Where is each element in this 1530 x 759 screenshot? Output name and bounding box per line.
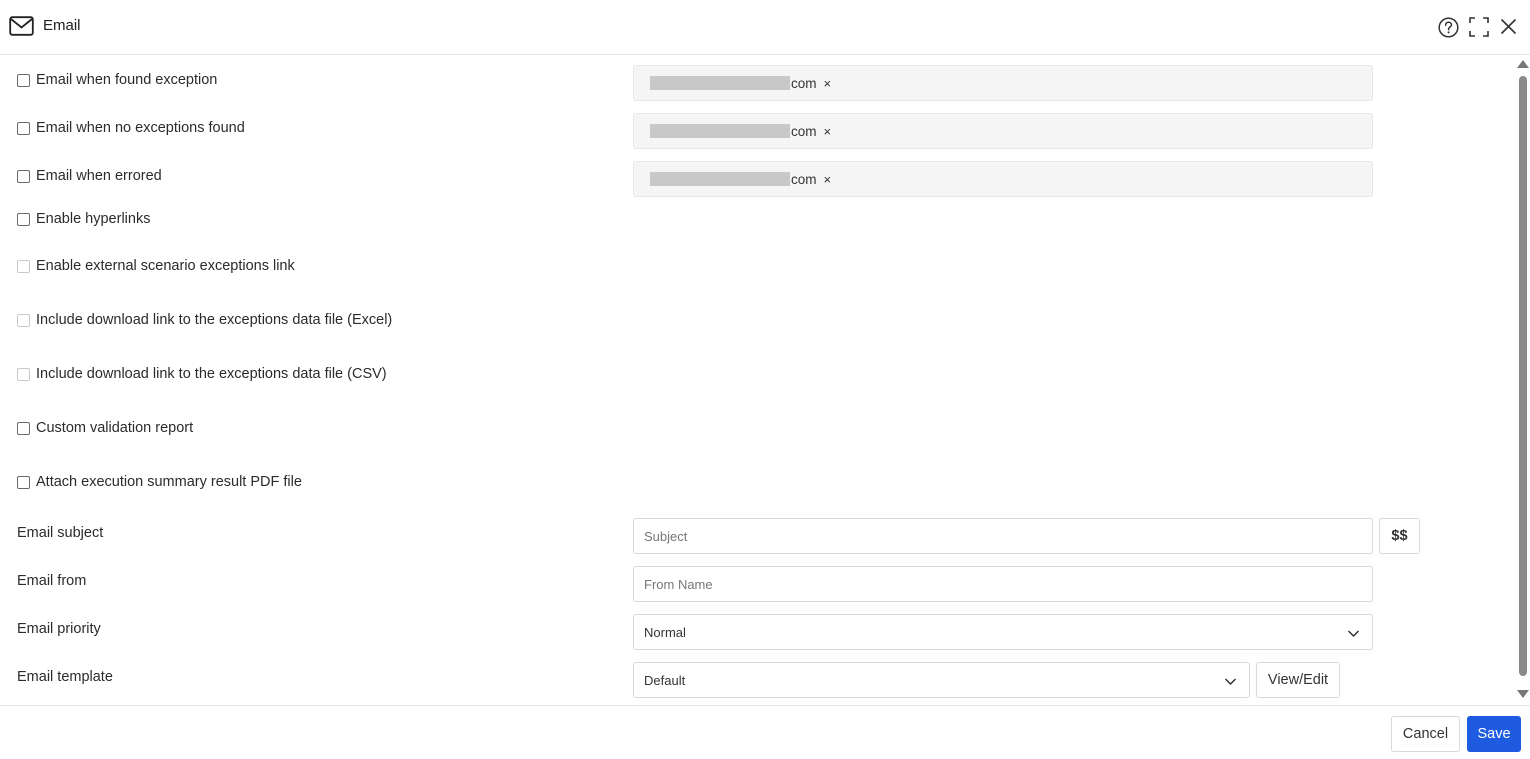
close-icon[interactable]	[1500, 18, 1517, 35]
chevron-down-icon	[1224, 678, 1237, 686]
cancel-button[interactable]: Cancel	[1391, 716, 1460, 752]
selected-value: Normal	[644, 625, 686, 640]
checkbox-label: Enable external scenario exceptions link	[36, 258, 295, 274]
redacted-email	[650, 124, 790, 138]
recipient-tag: com ×	[644, 121, 838, 141]
insert-variable-button[interactable]: $$	[1379, 518, 1420, 554]
redacted-email	[650, 76, 790, 90]
checkbox-label: Email when errored	[36, 168, 162, 184]
recipient-tag: com ×	[644, 169, 838, 189]
checkbox-email-found-exception[interactable]	[17, 74, 30, 87]
dialog-title: Email	[43, 17, 81, 34]
save-button[interactable]: Save	[1467, 716, 1521, 752]
dialog-header: Email	[0, 0, 1530, 55]
dialog-footer: Cancel Save	[0, 705, 1530, 759]
chevron-down-icon	[1347, 630, 1360, 638]
scroll-down-arrow-icon[interactable]	[1517, 690, 1529, 698]
email-template-label: Email template	[17, 669, 113, 685]
checkbox-label: Attach execution summary result PDF file	[36, 474, 302, 490]
checkbox-label: Email when no exceptions found	[36, 120, 245, 136]
checkbox-email-errored[interactable]	[17, 170, 30, 183]
email-subject-input[interactable]	[633, 518, 1373, 554]
checkbox-label: Email when found exception	[36, 72, 218, 88]
checkbox-attach-summary-pdf[interactable]	[17, 476, 30, 489]
selected-value: Default	[644, 673, 686, 688]
remove-tag-icon[interactable]: ×	[824, 124, 832, 139]
checkbox-label: Include download link to the exceptions …	[36, 366, 387, 382]
checkbox-enable-hyperlinks[interactable]	[17, 213, 30, 226]
remove-tag-icon[interactable]: ×	[824, 76, 832, 91]
email-priority-select[interactable]: Normal	[633, 614, 1373, 650]
recipients-errored[interactable]: com ×	[633, 161, 1373, 197]
remove-tag-icon[interactable]: ×	[824, 172, 832, 187]
email-from-label: Email from	[17, 573, 87, 589]
checkbox-external-scenario-link	[17, 260, 30, 273]
expand-icon[interactable]	[1469, 17, 1489, 37]
checkbox-custom-validation-report[interactable]	[17, 422, 30, 435]
scroll-up-arrow-icon[interactable]	[1517, 60, 1529, 68]
checkbox-label: Custom validation report	[36, 420, 194, 436]
email-from-input[interactable]	[633, 566, 1373, 602]
recipients-found-exception[interactable]: com ×	[633, 65, 1373, 101]
email-priority-label: Email priority	[17, 621, 101, 637]
checkbox-label: Enable hyperlinks	[36, 211, 151, 227]
email-settings-form: Email when found exception Email when no…	[0, 56, 1515, 704]
redacted-email	[650, 172, 790, 186]
help-circle-icon[interactable]	[1438, 17, 1459, 38]
email-template-select[interactable]: Default	[633, 662, 1250, 698]
vertical-scrollbar[interactable]	[1516, 56, 1530, 704]
checkbox-label: Include download link to the exceptions …	[36, 312, 393, 328]
envelope-icon	[9, 16, 34, 36]
checkbox-email-no-exceptions[interactable]	[17, 122, 30, 135]
checkbox-download-excel	[17, 314, 30, 327]
checkbox-download-csv	[17, 368, 30, 381]
recipients-no-exceptions[interactable]: com ×	[633, 113, 1373, 149]
view-edit-template-button[interactable]: View/Edit	[1256, 662, 1340, 698]
scrollbar-thumb[interactable]	[1519, 76, 1527, 676]
email-subject-label: Email subject	[17, 525, 104, 541]
recipient-tag: com ×	[644, 73, 838, 93]
